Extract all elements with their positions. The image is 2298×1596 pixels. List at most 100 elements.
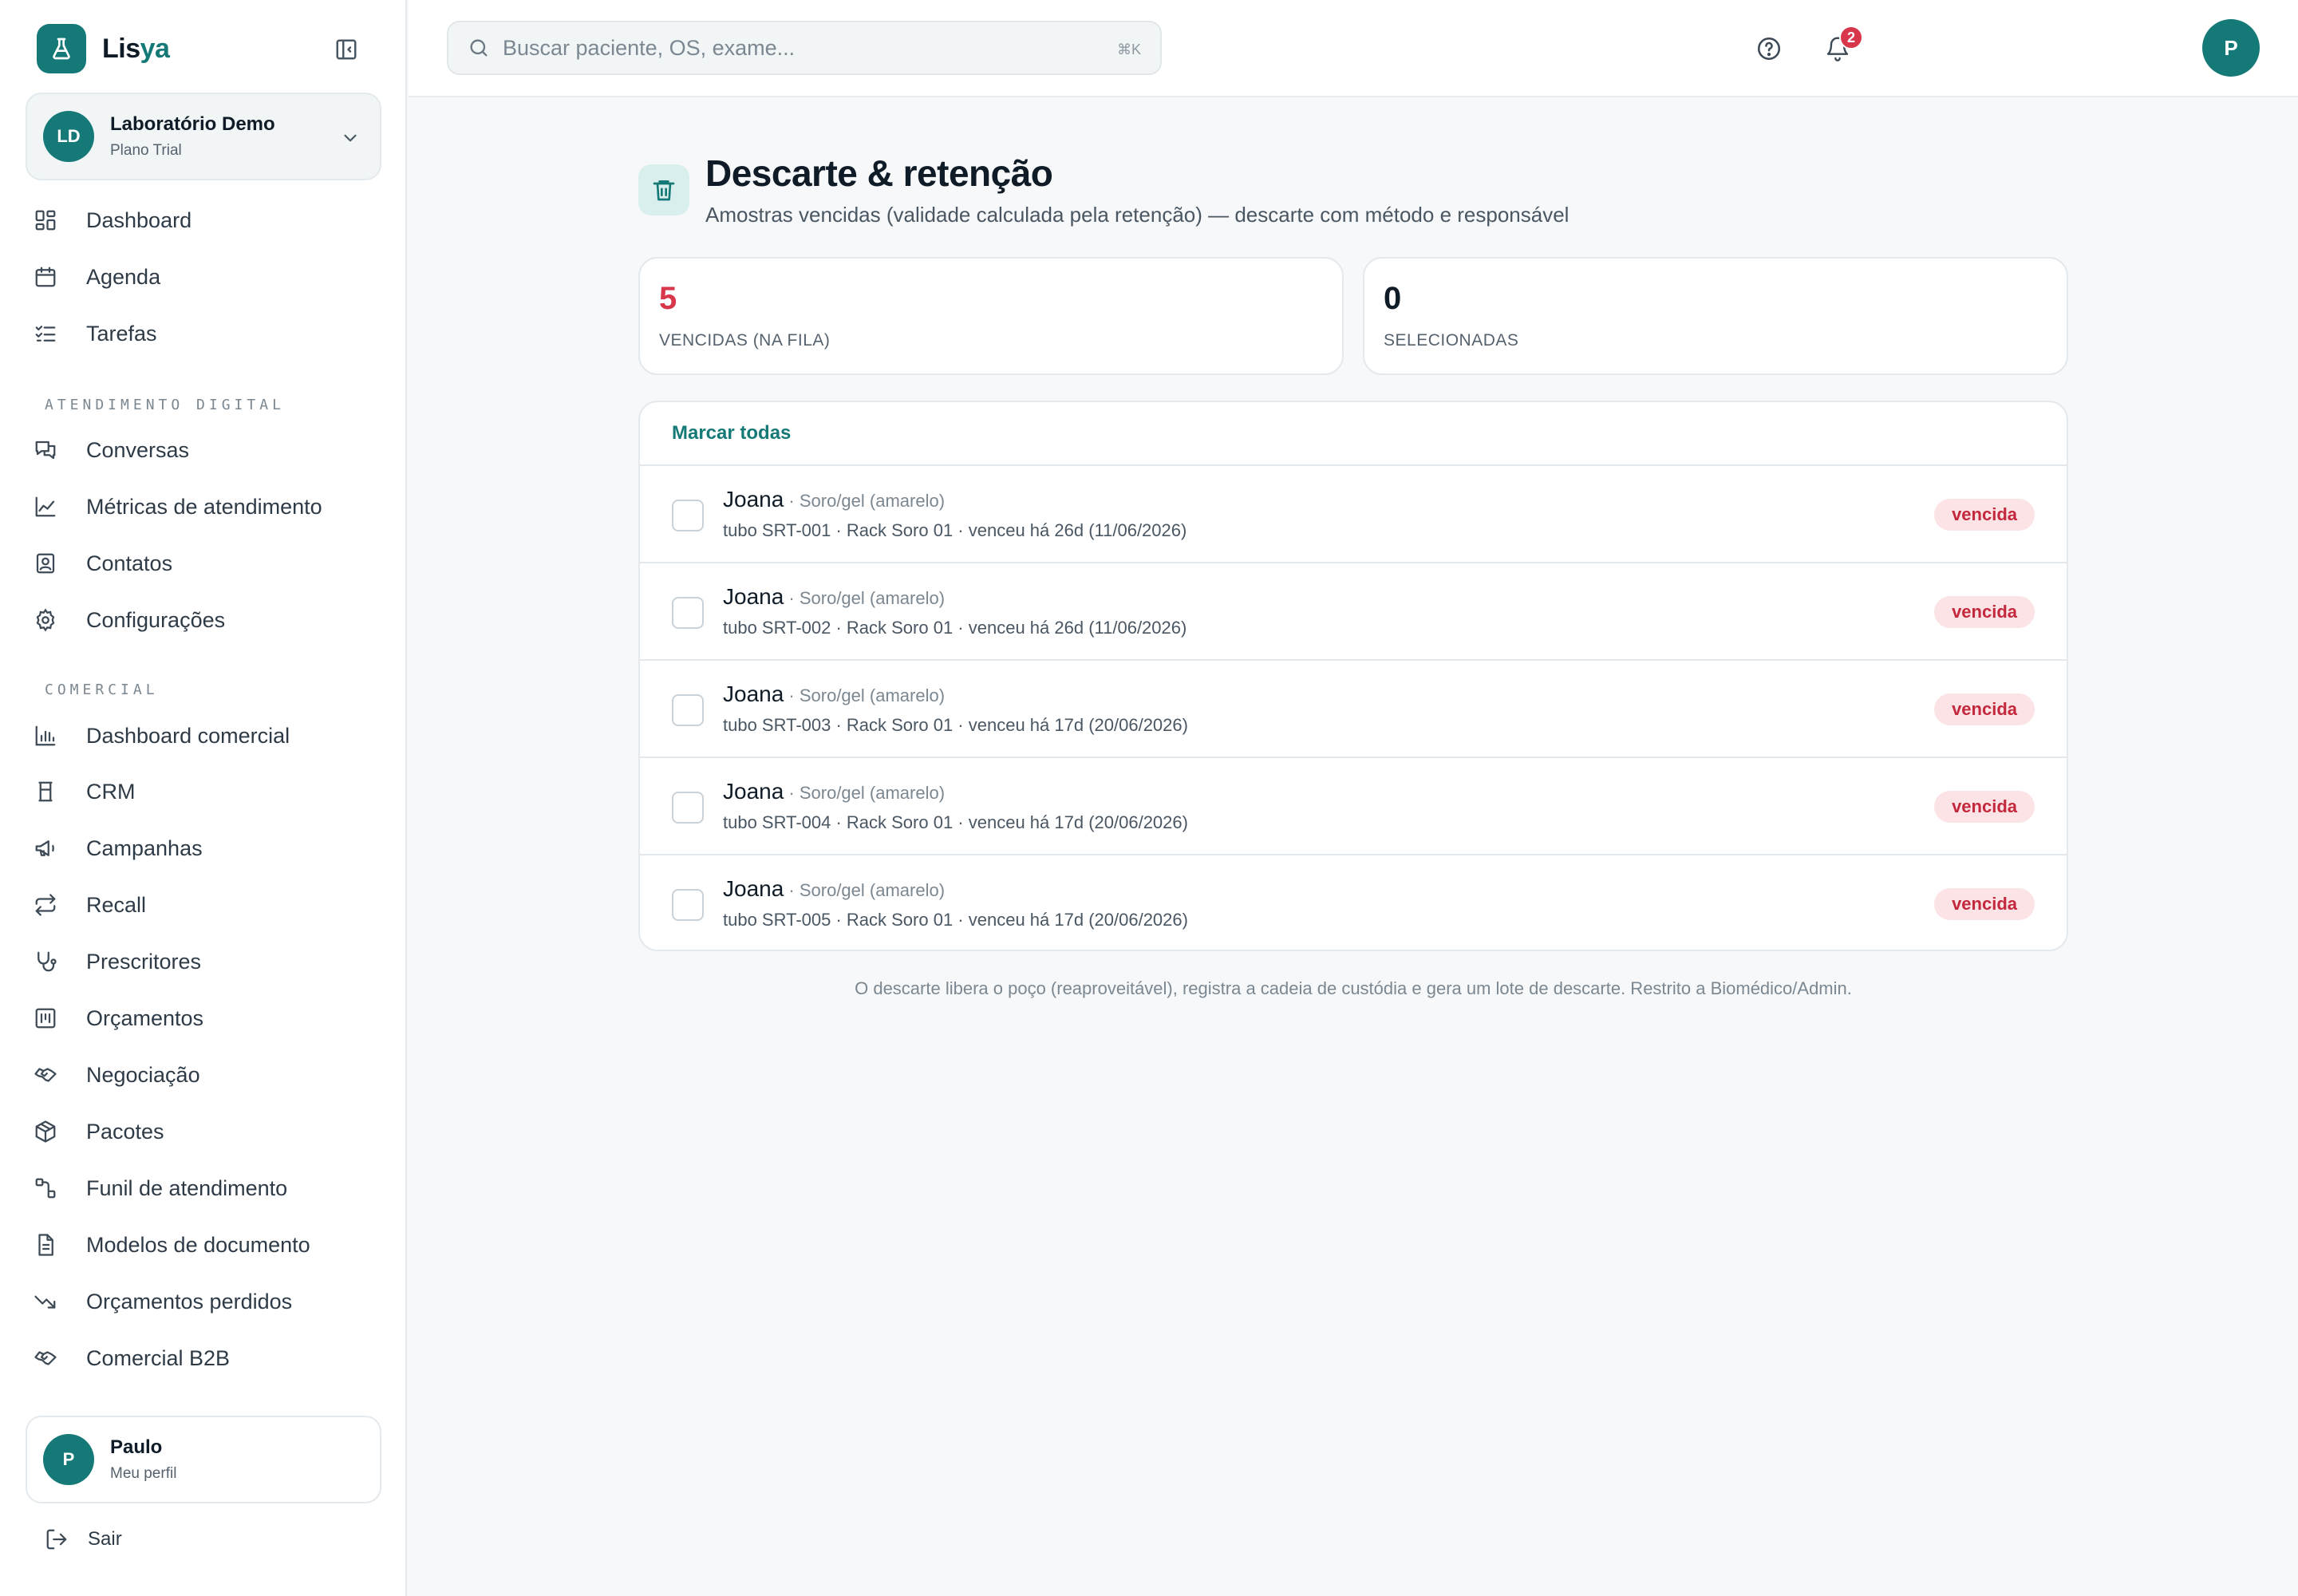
stat-card-vencidas: 5 VENCIDAS (NA FILA) — [638, 257, 1344, 375]
status-badge: vencida — [1934, 888, 2035, 920]
sidebar-item-campanhas[interactable]: Campanhas — [32, 825, 383, 871]
sample-detail: tubo SRT-004 · Rack Soro 01 · venceu há … — [723, 812, 1188, 832]
patient-name: Joana — [723, 487, 784, 512]
sidebar-item-label: Conversas — [86, 437, 190, 462]
patient-name: Joana — [723, 681, 784, 706]
dashboard-icon — [32, 207, 59, 234]
stethoscope-icon — [32, 948, 59, 975]
sidebar-item-dashboard[interactable]: Dashboard — [32, 197, 383, 243]
help-button[interactable] — [1749, 29, 1789, 69]
quote-icon — [32, 1005, 59, 1032]
sample-type: · Soro/gel (amarelo) — [784, 685, 946, 705]
notifications-button[interactable]: 2 — [1818, 26, 1863, 69]
nav-section-comercial: COMERCIAL — [45, 681, 159, 698]
org-plan: Plano Trial — [110, 142, 182, 159]
chevron-down-icon — [340, 128, 361, 148]
brand[interactable]: Lisya — [37, 24, 170, 73]
status-badge: vencida — [1934, 693, 2035, 725]
collapse-sidebar-icon[interactable] — [330, 35, 362, 64]
logout-button[interactable]: Sair — [45, 1527, 122, 1551]
stat-label: VENCIDAS (NA FILA) — [659, 331, 831, 350]
list-item[interactable]: Joana · Soro/gel (amarelo) tubo SRT-003 … — [640, 661, 2067, 758]
sample-type: · Soro/gel (amarelo) — [784, 588, 946, 608]
funnel-icon — [32, 1175, 59, 1202]
sidebar-item-label: Modelos de documento — [86, 1232, 310, 1257]
sidebar-item-funil[interactable]: Funil de atendimento — [32, 1165, 383, 1211]
stat-card-selecionadas: 0 SELECIONADAS — [1363, 257, 2068, 375]
row-checkbox[interactable] — [672, 597, 704, 629]
org-avatar: LD — [43, 111, 94, 162]
row-checkbox[interactable] — [672, 500, 704, 531]
flask-icon — [37, 24, 86, 73]
sample-detail: tubo SRT-001 · Rack Soro 01 · venceu há … — [723, 520, 1187, 540]
sidebar-item-negociacao[interactable]: Negociação — [32, 1052, 383, 1098]
list-item[interactable]: Joana · Soro/gel (amarelo) tubo SRT-004 … — [640, 758, 2067, 855]
user-name: Paulo — [110, 1436, 163, 1458]
sidebar-item-conversas[interactable]: Conversas — [32, 427, 383, 473]
repeat-icon — [32, 891, 59, 918]
org-switcher[interactable]: LD Laboratório Demo Plano Trial — [26, 93, 381, 180]
contact-icon — [32, 550, 59, 577]
checklist-icon — [32, 320, 59, 347]
sidebar-item-orcamentos[interactable]: Orçamentos — [32, 995, 383, 1041]
row-checkbox[interactable] — [672, 889, 704, 921]
org-name: Laboratório Demo — [110, 113, 275, 135]
sidebar-item-label: Prescritores — [86, 949, 202, 974]
patient-name: Joana — [723, 876, 784, 901]
sidebar-item-label: Dashboard comercial — [86, 723, 290, 748]
sidebar-item-label: Comercial B2B — [86, 1345, 231, 1370]
sidebar-item-label: Funil de atendimento — [86, 1175, 288, 1200]
trash-icon — [638, 164, 689, 215]
sidebar-item-agenda[interactable]: Agenda — [32, 254, 383, 300]
nav-section-atendimento: ATENDIMENTO DIGITAL — [45, 397, 285, 413]
stat-label: SELECIONADAS — [1384, 331, 1519, 350]
sidebar-item-prescritores[interactable]: Prescritores — [32, 938, 383, 985]
sidebar-item-metricas[interactable]: Métricas de atendimento — [32, 484, 383, 530]
sidebar-item-comercial-b2b[interactable]: Comercial B2B — [32, 1335, 383, 1381]
sidebar-item-label: Configurações — [86, 607, 226, 632]
crm-icon — [32, 778, 59, 805]
search-bar[interactable]: ⌘K — [447, 21, 1162, 75]
sidebar-item-dashboard-comercial[interactable]: Dashboard comercial — [32, 713, 383, 759]
logout-label: Sair — [88, 1528, 122, 1550]
sidebar-item-modelos[interactable]: Modelos de documento — [32, 1222, 383, 1268]
sidebar-item-tarefas[interactable]: Tarefas — [32, 310, 383, 357]
patient-name: Joana — [723, 584, 784, 609]
stat-value: 0 — [1384, 281, 1402, 316]
profile-card[interactable]: P Paulo Meu perfil — [26, 1416, 381, 1503]
row-checkbox[interactable] — [672, 694, 704, 726]
sidebar-item-crm[interactable]: CRM — [32, 768, 383, 815]
footer-note: O descarte libera o poço (reaproveitável… — [855, 978, 1852, 998]
list-item[interactable]: Joana · Soro/gel (amarelo) tubo SRT-005 … — [640, 855, 2067, 950]
list-item[interactable]: Joana · Soro/gel (amarelo) tubo SRT-002 … — [640, 563, 2067, 661]
row-checkbox[interactable] — [672, 792, 704, 824]
sidebar-item-label: Campanhas — [86, 836, 203, 860]
search-input[interactable] — [503, 35, 1077, 61]
brand-name: Lisya — [102, 33, 170, 64]
sidebar-item-contatos[interactable]: Contatos — [32, 540, 383, 587]
sidebar-item-label: Pacotes — [86, 1119, 164, 1144]
sidebar-item-pacotes[interactable]: Pacotes — [32, 1108, 383, 1155]
list-header: Marcar todas — [640, 402, 2067, 466]
sample-type: · Soro/gel (amarelo) — [784, 880, 946, 900]
sidebar-item-configuracoes[interactable]: Configurações — [32, 597, 383, 643]
user-avatar-button[interactable]: P — [2202, 19, 2260, 77]
stat-value: 5 — [659, 281, 677, 316]
sidebar-item-label: Orçamentos — [86, 1005, 204, 1030]
sidebar-item-label: Orçamentos perdidos — [86, 1289, 293, 1314]
handshake-icon — [32, 1345, 59, 1372]
handshake-icon — [32, 1061, 59, 1088]
sidebar-item-label: Dashboard — [86, 207, 192, 232]
page-title: Descarte & retenção — [705, 152, 1053, 194]
avatar: P — [43, 1434, 94, 1485]
sample-type: · Soro/gel (amarelo) — [784, 491, 946, 511]
sidebar-item-recall[interactable]: Recall — [32, 882, 383, 928]
list-item[interactable]: Joana · Soro/gel (amarelo) tubo SRT-001 … — [640, 466, 2067, 563]
sample-detail: tubo SRT-003 · Rack Soro 01 · venceu há … — [723, 715, 1188, 735]
mark-all-button[interactable]: Marcar todas — [672, 422, 791, 444]
expired-samples-list: Marcar todas Joana · Soro/gel (amarelo) … — [638, 401, 2068, 951]
sidebar-item-orcamentos-perdidos[interactable]: Orçamentos perdidos — [32, 1278, 383, 1325]
help-icon — [1755, 35, 1783, 62]
user-profile-link: Meu perfil — [110, 1465, 177, 1482]
chat-icon — [32, 437, 59, 464]
